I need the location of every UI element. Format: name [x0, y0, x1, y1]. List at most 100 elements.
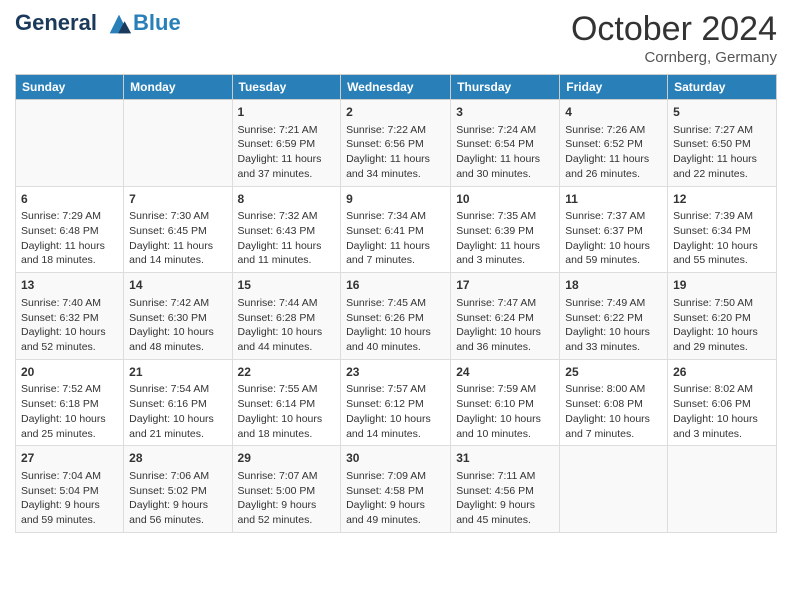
day-number: 27 [21, 450, 118, 467]
day-info: Sunrise: 7:21 AM Sunset: 6:59 PM Dayligh… [238, 123, 336, 182]
day-info: Sunrise: 7:44 AM Sunset: 6:28 PM Dayligh… [238, 296, 336, 355]
day-info: Sunrise: 7:32 AM Sunset: 6:43 PM Dayligh… [238, 209, 336, 268]
day-number: 3 [456, 104, 554, 121]
calendar-day-cell: 7Sunrise: 7:30 AM Sunset: 6:45 PM Daylig… [124, 186, 232, 273]
day-number: 9 [346, 191, 445, 208]
calendar-day-cell: 31 Sunrise: 7:11 AM Sunset: 4:56 PM Dayli… [451, 446, 560, 533]
calendar-day-cell: 22Sunrise: 7:55 AM Sunset: 6:14 PM Dayli… [232, 359, 341, 446]
day-number: 14 [129, 277, 226, 294]
day-number: 11 [565, 191, 662, 208]
day-number: 19 [673, 277, 771, 294]
calendar-week-row: 13 Sunrise: 7:40 AM Sunset: 6:32 PM Dayli… [16, 273, 777, 360]
calendar-day-cell: 17 Sunrise: 7:47 AM Sunset: 6:24 PM Dayli… [451, 273, 560, 360]
page-header: General Blue October 2024 Cornberg, Germ… [15, 10, 777, 66]
calendar-day-cell: 23Sunrise: 7:57 AM Sunset: 6:12 PM Dayli… [341, 359, 451, 446]
day-number: 22 [238, 364, 336, 381]
calendar-day-cell: 11Sunrise: 7:37 AM Sunset: 6:37 PM Dayli… [560, 186, 668, 273]
day-number: 31 [456, 450, 554, 467]
day-info: Sunrise: 7:49 AM Sunset: 6:22 PM Dayligh… [565, 296, 662, 355]
day-info: Sunrise: 7:07 AM Sunset: 5:00 PM Dayligh… [238, 469, 336, 528]
logo-icon [105, 10, 133, 38]
day-number: 18 [565, 277, 662, 294]
day-info: Sunrise: 7:45 AM Sunset: 6:26 PM Dayligh… [346, 296, 445, 355]
day-info: Sunrise: 7:37 AM Sunset: 6:37 PM Dayligh… [565, 209, 662, 268]
day-number: 10 [456, 191, 554, 208]
calendar-day-cell: 28Sunrise: 7:06 AM Sunset: 5:02 PM Dayli… [124, 446, 232, 533]
day-info: Sunrise: 7:22 AM Sunset: 6:56 PM Dayligh… [346, 123, 445, 182]
calendar-day-cell: 4 Sunrise: 7:26 AM Sunset: 6:52 PM Daylig… [560, 100, 668, 187]
calendar-day-cell: 1 Sunrise: 7:21 AM Sunset: 6:59 PM Daylig… [232, 100, 341, 187]
day-number: 7 [129, 191, 226, 208]
day-info: Sunrise: 7:52 AM Sunset: 6:18 PM Dayligh… [21, 382, 118, 441]
day-number: 12 [673, 191, 771, 208]
weekday-header: Tuesday [232, 75, 341, 100]
day-number: 2 [346, 104, 445, 121]
calendar-week-row: 20Sunrise: 7:52 AM Sunset: 6:18 PM Dayli… [16, 359, 777, 446]
calendar-week-row: 27Sunrise: 7:04 AM Sunset: 5:04 PM Dayli… [16, 446, 777, 533]
day-number: 13 [21, 277, 118, 294]
day-number: 5 [673, 104, 771, 121]
day-info: Sunrise: 7:42 AM Sunset: 6:30 PM Dayligh… [129, 296, 226, 355]
day-number: 4 [565, 104, 662, 121]
day-number: 28 [129, 450, 226, 467]
calendar-day-cell [560, 446, 668, 533]
day-number: 1 [238, 104, 336, 121]
day-number: 24 [456, 364, 554, 381]
day-number: 26 [673, 364, 771, 381]
calendar-day-cell: 24Sunrise: 7:59 AM Sunset: 6:10 PM Dayli… [451, 359, 560, 446]
day-info: Sunrise: 7:34 AM Sunset: 6:41 PM Dayligh… [346, 209, 445, 268]
calendar-week-row: 6Sunrise: 7:29 AM Sunset: 6:48 PM Daylig… [16, 186, 777, 273]
day-number: 17 [456, 277, 554, 294]
day-info: Sunrise: 7:35 AM Sunset: 6:39 PM Dayligh… [456, 209, 554, 268]
day-number: 8 [238, 191, 336, 208]
calendar-day-cell: 2 Sunrise: 7:22 AM Sunset: 6:56 PM Daylig… [341, 100, 451, 187]
calendar-day-cell: 19 Sunrise: 7:50 AM Sunset: 6:20 PM Dayli… [668, 273, 777, 360]
calendar-day-cell: 10Sunrise: 7:35 AM Sunset: 6:39 PM Dayli… [451, 186, 560, 273]
day-number: 6 [21, 191, 118, 208]
day-info: Sunrise: 8:02 AM Sunset: 6:06 PM Dayligh… [673, 382, 771, 441]
weekday-header: Sunday [16, 75, 124, 100]
month-title: October 2024 [571, 10, 777, 49]
calendar-day-cell: 25Sunrise: 8:00 AM Sunset: 6:08 PM Dayli… [560, 359, 668, 446]
day-info: Sunrise: 7:50 AM Sunset: 6:20 PM Dayligh… [673, 296, 771, 355]
day-info: Sunrise: 7:24 AM Sunset: 6:54 PM Dayligh… [456, 123, 554, 182]
day-info: Sunrise: 7:55 AM Sunset: 6:14 PM Dayligh… [238, 382, 336, 441]
day-info: Sunrise: 7:40 AM Sunset: 6:32 PM Dayligh… [21, 296, 118, 355]
day-info: Sunrise: 7:54 AM Sunset: 6:16 PM Dayligh… [129, 382, 226, 441]
day-info: Sunrise: 7:57 AM Sunset: 6:12 PM Dayligh… [346, 382, 445, 441]
calendar-day-cell: 8Sunrise: 7:32 AM Sunset: 6:43 PM Daylig… [232, 186, 341, 273]
weekday-header: Wednesday [341, 75, 451, 100]
day-info: Sunrise: 7:39 AM Sunset: 6:34 PM Dayligh… [673, 209, 771, 268]
calendar-day-cell: 18 Sunrise: 7:49 AM Sunset: 6:22 PM Dayli… [560, 273, 668, 360]
weekday-header: Thursday [451, 75, 560, 100]
calendar-day-cell [16, 100, 124, 187]
day-info: Sunrise: 7:11 AM Sunset: 4:56 PM Dayligh… [456, 469, 554, 528]
day-info: Sunrise: 7:27 AM Sunset: 6:50 PM Dayligh… [673, 123, 771, 182]
day-info: Sunrise: 7:26 AM Sunset: 6:52 PM Dayligh… [565, 123, 662, 182]
title-block: October 2024 Cornberg, Germany [571, 10, 777, 66]
calendar-day-cell: 14 Sunrise: 7:42 AM Sunset: 6:30 PM Dayli… [124, 273, 232, 360]
day-info: Sunrise: 7:59 AM Sunset: 6:10 PM Dayligh… [456, 382, 554, 441]
calendar-day-cell: 5 Sunrise: 7:27 AM Sunset: 6:50 PM Daylig… [668, 100, 777, 187]
day-info: Sunrise: 7:29 AM Sunset: 6:48 PM Dayligh… [21, 209, 118, 268]
day-number: 20 [21, 364, 118, 381]
weekday-header: Saturday [668, 75, 777, 100]
calendar-day-cell: 15 Sunrise: 7:44 AM Sunset: 6:28 PM Dayli… [232, 273, 341, 360]
calendar-day-cell: 30Sunrise: 7:09 AM Sunset: 4:58 PM Dayli… [341, 446, 451, 533]
day-info: Sunrise: 7:47 AM Sunset: 6:24 PM Dayligh… [456, 296, 554, 355]
calendar-week-row: 1 Sunrise: 7:21 AM Sunset: 6:59 PM Daylig… [16, 100, 777, 187]
location: Cornberg, Germany [571, 49, 777, 66]
calendar-day-cell: 21Sunrise: 7:54 AM Sunset: 6:16 PM Dayli… [124, 359, 232, 446]
day-number: 16 [346, 277, 445, 294]
calendar-header-row: SundayMondayTuesdayWednesdayThursdayFrid… [16, 75, 777, 100]
day-info: Sunrise: 7:09 AM Sunset: 4:58 PM Dayligh… [346, 469, 445, 528]
day-number: 21 [129, 364, 226, 381]
day-number: 15 [238, 277, 336, 294]
calendar-day-cell: 9Sunrise: 7:34 AM Sunset: 6:41 PM Daylig… [341, 186, 451, 273]
calendar-day-cell: 20Sunrise: 7:52 AM Sunset: 6:18 PM Dayli… [16, 359, 124, 446]
calendar-day-cell: 16 Sunrise: 7:45 AM Sunset: 6:26 PM Dayli… [341, 273, 451, 360]
calendar-day-cell: 27Sunrise: 7:04 AM Sunset: 5:04 PM Dayli… [16, 446, 124, 533]
calendar-day-cell [124, 100, 232, 187]
calendar-day-cell: 3 Sunrise: 7:24 AM Sunset: 6:54 PM Daylig… [451, 100, 560, 187]
day-info: Sunrise: 8:00 AM Sunset: 6:08 PM Dayligh… [565, 382, 662, 441]
